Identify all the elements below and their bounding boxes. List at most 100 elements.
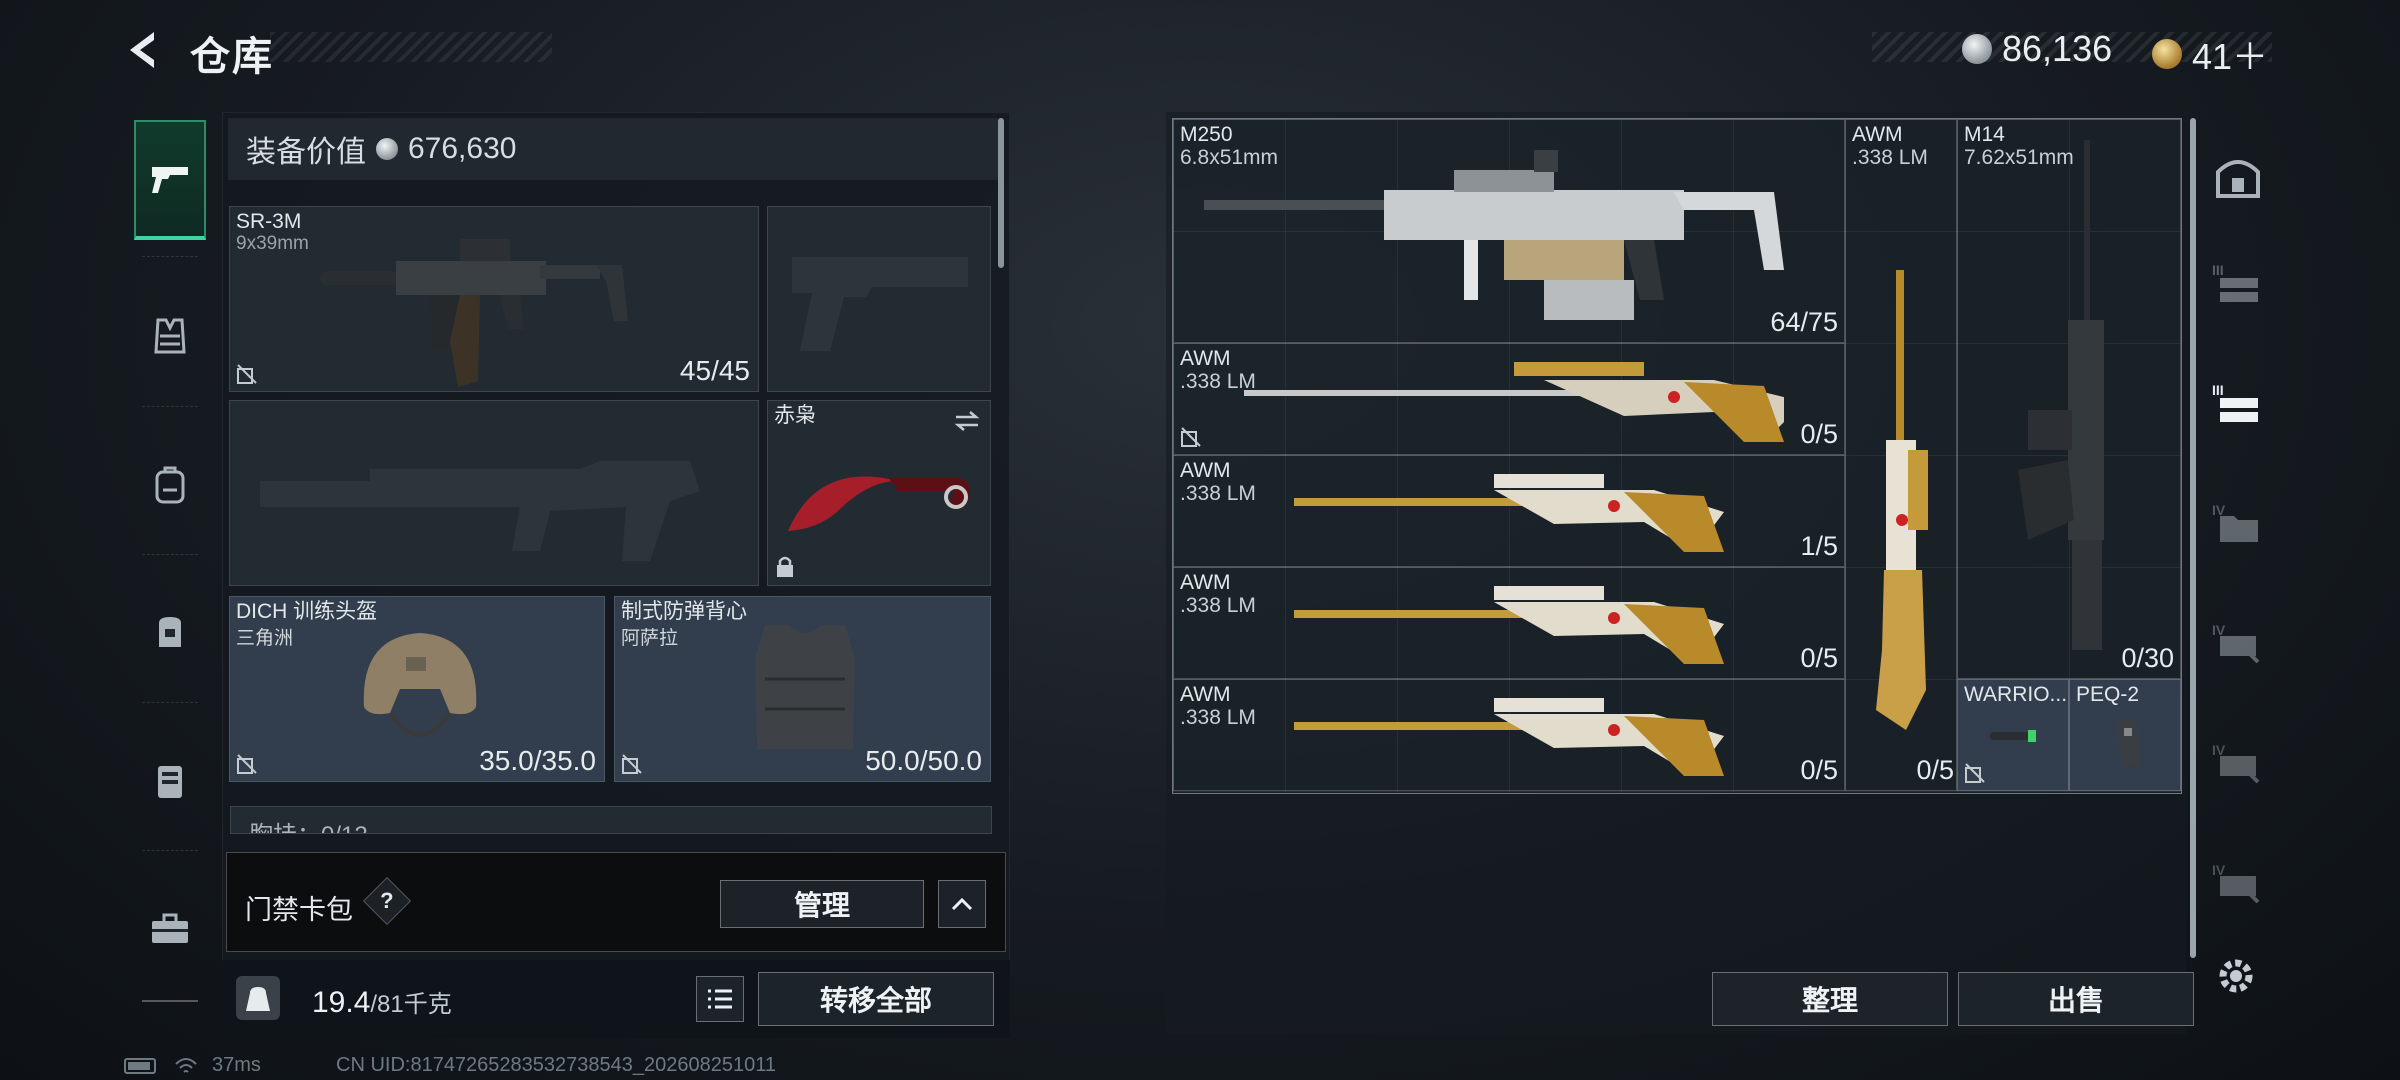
- coin-amount: 86,136: [2002, 28, 2113, 69]
- body-armor-image: [755, 625, 855, 749]
- list-icon: [708, 989, 732, 1009]
- weight-readout: 19.4/81千克: [312, 984, 452, 1020]
- stash-item-awm[interactable]: AWM .338 LM 0/5: [1173, 343, 1845, 455]
- tier-label: III: [2212, 262, 2224, 278]
- durability: 35.0/35.0: [479, 745, 596, 776]
- back-button[interactable]: [120, 26, 168, 74]
- laser-module-image: [2116, 720, 2142, 766]
- nav-toolbox[interactable]: [134, 868, 206, 988]
- battery-icon: [124, 1057, 156, 1074]
- ticket-amount: 41＋: [2192, 36, 2269, 77]
- chest-rig-icon: [158, 766, 182, 798]
- settings-button[interactable]: [2212, 952, 2260, 1000]
- item-name: SR-3M: [236, 210, 302, 233]
- ammo-count: 0/5: [1800, 643, 1838, 673]
- m250-image: [1204, 150, 1784, 320]
- stash-page-nav: III III IV IV IV IV: [2196, 108, 2276, 1008]
- no-insurance-icon: [1965, 763, 1985, 783]
- gear-icon: [2219, 959, 2253, 993]
- no-insurance-icon: [622, 754, 642, 774]
- item-name: AWM: [1180, 459, 1231, 482]
- no-insurance-icon: [237, 754, 257, 774]
- rifle-slot[interactable]: [229, 400, 759, 586]
- secondary-weapon-slot[interactable]: [767, 206, 991, 392]
- stash-page-6[interactable]: IV: [2210, 738, 2266, 794]
- stash-page-2[interactable]: III: [2210, 258, 2266, 314]
- category-nav: [124, 108, 216, 1008]
- stash-item-warrior[interactable]: WARRIO...: [1957, 679, 2069, 791]
- backpack-outline-icon: [155, 466, 185, 504]
- list-view-button[interactable]: [696, 976, 744, 1022]
- karambit-image: [788, 476, 970, 531]
- coin-icon: [376, 138, 398, 160]
- item-caliber: .338 LM: [1180, 594, 1256, 617]
- stash-page-5[interactable]: IV: [2210, 618, 2266, 674]
- sort-button[interactable]: 整理: [1712, 972, 1948, 1026]
- item-name: AWM: [1852, 123, 1903, 146]
- ammo-count: 0/5: [1800, 755, 1838, 785]
- keycard-label: 门禁卡包: [245, 895, 353, 925]
- swap-icon[interactable]: [952, 409, 982, 433]
- stash-item-m250[interactable]: M250 6.8x51mm 64/75: [1173, 119, 1845, 343]
- chest-rig-slot-partial[interactable]: 胸挂：0/12: [230, 806, 992, 834]
- page-title: 仓库: [190, 35, 274, 79]
- item-caliber: 9x39mm: [236, 233, 309, 254]
- item-name: AWM: [1180, 347, 1231, 370]
- currency-coins: 86,136: [1962, 28, 2112, 70]
- armor-slot[interactable]: 制式防弹背心 阿萨拉 50.0/50.0: [614, 596, 991, 782]
- nav-chest-rig[interactable]: [134, 720, 206, 840]
- melee-slot[interactable]: 赤枭: [767, 400, 991, 586]
- manage-button[interactable]: 管理: [720, 880, 924, 928]
- nav-backpack-outline[interactable]: [134, 424, 206, 544]
- awm-gold-image: [1294, 586, 1724, 664]
- sr3m-rifle-image: [320, 239, 628, 387]
- back-arrow-icon: [130, 32, 154, 68]
- no-insurance-icon: [237, 364, 257, 384]
- transfer-all-button[interactable]: 转移全部: [758, 972, 994, 1026]
- expand-button[interactable]: [938, 880, 986, 928]
- item-caliber: .338 LM: [1852, 146, 1928, 169]
- ticket-icon: [2152, 39, 2182, 69]
- tier-label: IV: [2212, 742, 2226, 758]
- tier-label: IV: [2212, 622, 2226, 638]
- sell-button[interactable]: 出售: [1958, 972, 2194, 1026]
- status-bar: 37ms: [124, 1054, 261, 1077]
- item-caliber: .338 LM: [1180, 706, 1256, 729]
- helmet-slot[interactable]: DICH 训练头盔 三角洲 35.0/35.0: [229, 596, 605, 782]
- wifi-icon: [175, 1057, 197, 1073]
- stash-item-awm[interactable]: AWM .338 LM 0/5: [1173, 679, 1845, 791]
- tier-label: IV: [2212, 502, 2226, 518]
- safe-box-icon: [2216, 160, 2260, 198]
- item-subtitle: 阿萨拉: [621, 628, 679, 649]
- m14-image: [2018, 140, 2104, 650]
- primary-weapon-slot[interactable]: SR-3M 9x39mm 45/45: [229, 206, 759, 392]
- stash-item-peq2[interactable]: PEQ-2: [2069, 679, 2181, 791]
- title-decoration: [270, 32, 552, 62]
- awm-gold-image: [1876, 270, 1928, 730]
- chevron-up-icon: [951, 897, 973, 911]
- lock-icon: [777, 556, 793, 577]
- nav-vest[interactable]: [134, 276, 206, 396]
- equipment-value-amount: 676,630: [408, 132, 517, 165]
- equipment-value-label: 装备价值: [246, 136, 366, 169]
- stash-item-awm[interactable]: AWM .338 LM 0/5: [1173, 567, 1845, 679]
- helmet-image: [363, 633, 477, 737]
- nav-backpack[interactable]: [134, 572, 206, 692]
- item-caliber: .338 LM: [1180, 482, 1256, 505]
- awm-gold-image: [1294, 698, 1724, 776]
- ammo-count: 0/5: [1800, 419, 1838, 449]
- stash-page-7[interactable]: IV: [2210, 858, 2266, 914]
- item-name: WARRIO...: [1964, 683, 2068, 706]
- nav-weapons[interactable]: [134, 120, 206, 240]
- stash-page-4[interactable]: IV: [2210, 498, 2266, 554]
- stash-item-m14[interactable]: M14 7.62x51mm 0/30: [1957, 119, 2181, 679]
- stash-page-3[interactable]: III: [2210, 378, 2266, 434]
- coin-icon: [1962, 34, 1992, 64]
- stash-page-1[interactable]: [2210, 148, 2266, 204]
- stash-item-awm[interactable]: AWM .338 LM 1/5: [1173, 455, 1845, 567]
- backpack-icon: [159, 617, 181, 647]
- weight-current: 19.4: [312, 986, 371, 1019]
- ammo-count: 0/5: [1916, 755, 1954, 785]
- loadout-scrollbar[interactable]: [998, 118, 1004, 268]
- stash-item-awm-vertical[interactable]: AWM .338 LM 0/5: [1845, 119, 1957, 791]
